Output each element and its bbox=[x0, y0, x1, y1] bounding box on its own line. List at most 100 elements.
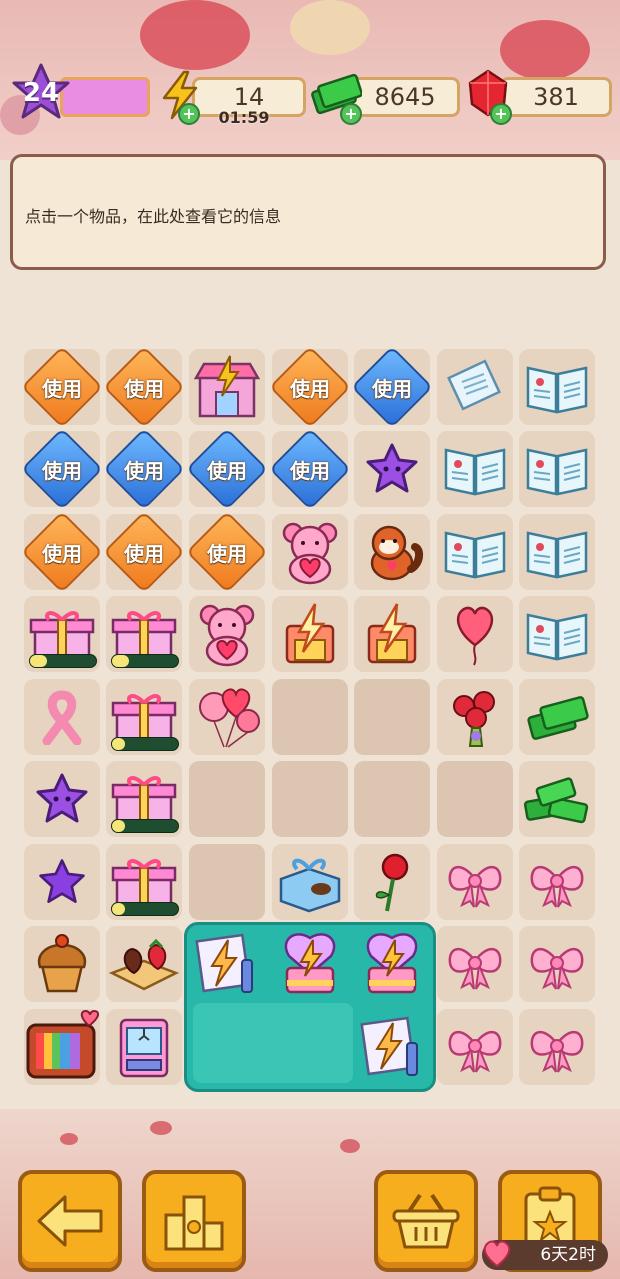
board-cell-r7-c2[interactable] bbox=[189, 926, 265, 1002]
board-cell-r1-c5[interactable] bbox=[437, 431, 513, 507]
board-cell-r8-c6[interactable] bbox=[519, 1009, 595, 1085]
heart-decoration bbox=[500, 20, 590, 80]
board-cell-r2-c3[interactable] bbox=[272, 514, 348, 590]
board-cell-r2-c6[interactable] bbox=[519, 514, 595, 590]
production-progress-bar bbox=[111, 654, 179, 668]
use-token-label: 使用 bbox=[207, 542, 247, 566]
board-cell-r4-c3[interactable] bbox=[272, 679, 348, 755]
board-cell-r7-c6[interactable] bbox=[519, 926, 595, 1002]
board-cell-r5-c0[interactable] bbox=[24, 761, 100, 837]
board-cell-r0-c4[interactable]: 使用 bbox=[350, 345, 434, 429]
board-cell-r5-c2[interactable] bbox=[189, 761, 265, 837]
level-badge[interactable]: 24 bbox=[10, 62, 72, 124]
cash-stack-icon bbox=[519, 679, 595, 755]
board-cell-r1-c2[interactable]: 使用 bbox=[185, 427, 269, 511]
item-info-text: 点击一个物品，在此处查看它的信息 bbox=[25, 207, 282, 226]
lightning-letter-icon bbox=[189, 926, 265, 1002]
board-cell-r7-c1[interactable] bbox=[106, 926, 182, 1002]
progress-fill bbox=[30, 655, 47, 667]
board-cell-r8-c1[interactable] bbox=[106, 1009, 182, 1085]
use-token-label: 使用 bbox=[372, 377, 412, 401]
board-cell-r5-c4[interactable] bbox=[354, 761, 430, 837]
item-info-panel: 点击一个物品，在此处查看它的信息 bbox=[10, 154, 606, 270]
production-progress-bar bbox=[111, 819, 179, 833]
use-token-label: 使用 bbox=[290, 377, 330, 401]
book-icon bbox=[519, 596, 595, 672]
lightning-shop-icon bbox=[189, 349, 265, 425]
add-cash-button[interactable]: + bbox=[340, 103, 362, 125]
board-cell-r1-c4[interactable] bbox=[354, 431, 430, 507]
board-cell-r7-c3[interactable] bbox=[272, 926, 348, 1002]
board-cell-r3-c4[interactable] bbox=[354, 596, 430, 672]
board-cell-r6-c4[interactable] bbox=[354, 844, 430, 920]
board-cell-r2-c0[interactable]: 使用 bbox=[20, 510, 104, 594]
petal-decoration bbox=[340, 1139, 360, 1153]
leaderboard-button[interactable] bbox=[142, 1170, 246, 1272]
board-cell-r0-c5[interactable] bbox=[437, 349, 513, 425]
purple-star-icon bbox=[354, 431, 430, 507]
board-cell-r6-c5[interactable] bbox=[437, 844, 513, 920]
board-cell-r4-c4[interactable] bbox=[354, 679, 430, 755]
use-token-label: 使用 bbox=[207, 459, 247, 483]
use-token-blue-icon: 使用 bbox=[20, 427, 104, 511]
board-cell-r2-c5[interactable] bbox=[437, 514, 513, 590]
strawberry-tray-icon bbox=[106, 926, 182, 1002]
basket-icon bbox=[378, 1174, 474, 1268]
board-cell-r4-c6[interactable] bbox=[519, 679, 595, 755]
board-cell-r6-c2[interactable] bbox=[189, 844, 265, 920]
add-energy-button[interactable]: + bbox=[178, 103, 200, 125]
lightning-cake-icon bbox=[272, 926, 348, 1002]
board-cell-r7-c0[interactable] bbox=[24, 926, 100, 1002]
progress-fill bbox=[112, 738, 126, 750]
level-number: 24 bbox=[22, 78, 60, 108]
board-cell-r1-c1[interactable]: 使用 bbox=[102, 427, 186, 511]
cash-counter[interactable]: 8645 bbox=[350, 77, 460, 117]
board-cell-r6-c6[interactable] bbox=[519, 844, 595, 920]
board-cell-r8-c4[interactable] bbox=[354, 1009, 430, 1085]
board-cell-r6-c3[interactable] bbox=[272, 844, 348, 920]
board-cell-r6-c0[interactable] bbox=[24, 844, 100, 920]
teddy-bear-icon bbox=[272, 514, 348, 590]
board-cell-r5-c5[interactable] bbox=[437, 761, 513, 837]
board-cell-r7-c5[interactable] bbox=[437, 926, 513, 1002]
board-cell-r3-c5[interactable] bbox=[437, 596, 513, 672]
purple-star-icon bbox=[24, 761, 100, 837]
board-cell-r8-c0[interactable] bbox=[24, 1009, 100, 1085]
board-cell-r8-c5[interactable] bbox=[437, 1009, 513, 1085]
board-cell-r2-c1[interactable]: 使用 bbox=[102, 510, 186, 594]
board-cell-r2-c2[interactable]: 使用 bbox=[185, 510, 269, 594]
board-cell-r3-c3[interactable] bbox=[272, 596, 348, 672]
production-progress-bar bbox=[29, 654, 97, 668]
board-cell-r7-c4[interactable] bbox=[354, 926, 430, 1002]
gem-value: 381 bbox=[533, 83, 579, 111]
board-cell-r4-c0[interactable] bbox=[24, 679, 100, 755]
use-token-blue-icon: 使用 bbox=[185, 427, 269, 511]
lightning-letter-icon bbox=[354, 1009, 430, 1085]
board-cell-r8-c2[interactable] bbox=[189, 1009, 265, 1085]
board-cell-r1-c6[interactable] bbox=[519, 431, 595, 507]
board-cell-r5-c6[interactable] bbox=[519, 761, 595, 837]
energy-timer: 01:59 bbox=[218, 108, 270, 127]
board-cell-r4-c5[interactable] bbox=[437, 679, 513, 755]
shop-basket-button[interactable] bbox=[374, 1170, 478, 1272]
board-cell-r0-c0[interactable]: 使用 bbox=[20, 345, 104, 429]
pink-bow-icon bbox=[519, 926, 595, 1002]
board-cell-r1-c3[interactable]: 使用 bbox=[268, 427, 352, 511]
board-cell-r3-c2[interactable] bbox=[189, 596, 265, 672]
board-cell-r4-c2[interactable] bbox=[189, 679, 265, 755]
board-cell-r0-c3[interactable]: 使用 bbox=[268, 345, 352, 429]
add-gems-button[interactable]: + bbox=[490, 103, 512, 125]
gem-counter[interactable]: 381 bbox=[500, 77, 612, 117]
board-cell-r3-c6[interactable] bbox=[519, 596, 595, 672]
use-token-label: 使用 bbox=[124, 542, 164, 566]
use-token-label: 使用 bbox=[124, 377, 164, 401]
board-cell-r0-c6[interactable] bbox=[519, 349, 595, 425]
board-cell-r0-c1[interactable]: 使用 bbox=[102, 345, 186, 429]
board-cell-r1-c0[interactable]: 使用 bbox=[20, 427, 104, 511]
board-cell-r5-c3[interactable] bbox=[272, 761, 348, 837]
back-button[interactable] bbox=[18, 1170, 122, 1272]
board-cell-r0-c2[interactable] bbox=[189, 349, 265, 425]
board-cell-r2-c4[interactable] bbox=[354, 514, 430, 590]
event-timer-text: 6天2时 bbox=[540, 1245, 596, 1265]
board-cell-r8-c3[interactable] bbox=[272, 1009, 348, 1085]
